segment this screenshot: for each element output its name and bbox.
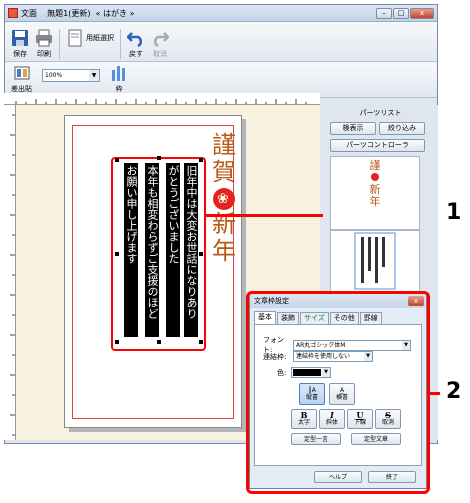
horizontal-ruler — [4, 93, 320, 105]
thumb-char: 年 — [369, 195, 381, 208]
greeting-char: 年 — [212, 237, 236, 265]
resize-handle[interactable] — [115, 158, 119, 162]
vertical-ruler — [4, 105, 16, 440]
redo-arrow-icon — [153, 32, 169, 47]
resize-handle[interactable] — [199, 340, 203, 344]
ruler-ticks — [10, 114, 15, 436]
minimize-button[interactable]: – — [376, 7, 392, 19]
toolbar-separator — [59, 29, 60, 59]
undo-arrow-icon — [127, 32, 143, 47]
text-column: 旧年中は大変お世話になりあり — [184, 163, 198, 337]
zoom-value: 100% — [45, 72, 63, 79]
toolbar-separator — [120, 29, 121, 59]
resize-handle[interactable] — [157, 156, 161, 160]
chevron-down-icon: ▼ — [89, 70, 99, 81]
resize-handle[interactable] — [199, 158, 203, 162]
greeting-char: 賀 — [212, 158, 236, 186]
resize-handle[interactable] — [115, 252, 119, 256]
redo-button[interactable]: 取消 — [151, 29, 169, 59]
frame-button[interactable]: 枠 — [110, 64, 128, 94]
parts-thumbnail-greeting[interactable]: 謹 新 年 — [330, 156, 420, 230]
printer-icon — [36, 29, 52, 47]
stamp-icon — [14, 66, 29, 80]
dialog-highlight — [246, 291, 430, 494]
ruler-ticks — [15, 99, 307, 104]
callout-number: 1 — [446, 200, 462, 225]
maximize-button[interactable]: □ — [393, 7, 409, 19]
app-icon — [8, 8, 18, 18]
frame-icon — [112, 66, 125, 81]
text-column: がとうございました — [166, 163, 180, 337]
greeting-char: 謹 — [212, 131, 236, 159]
plum-flower-icon — [213, 188, 235, 210]
zoom-select[interactable]: 100% ▼ — [42, 69, 100, 82]
callout-number: 2 — [446, 379, 462, 404]
resize-handle[interactable] — [157, 340, 161, 344]
parts-controller-button[interactable]: パーツコントローラ — [330, 139, 425, 152]
window-title: 文面 無題1(更新) « はがき » — [21, 8, 135, 18]
sashidashi-button[interactable]: 差出貼 — [11, 64, 32, 94]
undo-label: 戻す — [129, 50, 143, 58]
paper-icon — [68, 29, 82, 47]
greeting-text[interactable]: 謹 賀 新 年 — [209, 132, 239, 265]
undo-button[interactable]: 戻す — [127, 29, 145, 59]
close-button[interactable]: x — [410, 7, 434, 19]
filter-parts-button[interactable]: 絞り込み — [379, 122, 425, 135]
show-parts-button[interactable]: 検表示 — [330, 122, 376, 135]
resize-handle[interactable] — [115, 340, 119, 344]
parts-thumbnail-text[interactable] — [330, 230, 420, 292]
print-button[interactable]: 印刷 — [35, 29, 53, 59]
callout-line — [430, 392, 440, 395]
text-column-preview — [354, 232, 396, 290]
text-column: お願い申し上げます — [124, 163, 138, 337]
paper-select-button[interactable]: 用紙選択 — [66, 29, 114, 47]
title-bar: 文面 無題1(更新) « はがき » – □ x — [5, 5, 437, 22]
parts-list-title: パーツリスト — [359, 109, 402, 117]
main-toolbar: 保存 印刷 用紙選択 戻す 取消 — [5, 22, 437, 62]
save-label: 保存 — [13, 50, 27, 58]
text-column: 本年も相変わらずご支援のほど — [145, 163, 159, 337]
save-icon — [12, 30, 28, 46]
print-label: 印刷 — [37, 50, 51, 58]
thumb-char: 謹 — [369, 159, 381, 172]
resize-handle[interactable] — [199, 252, 203, 256]
save-button[interactable]: 保存 — [11, 29, 29, 59]
plum-flower-icon — [371, 173, 379, 181]
paper-select-label: 用紙選択 — [86, 34, 114, 42]
redo-label: 取消 — [153, 50, 167, 58]
